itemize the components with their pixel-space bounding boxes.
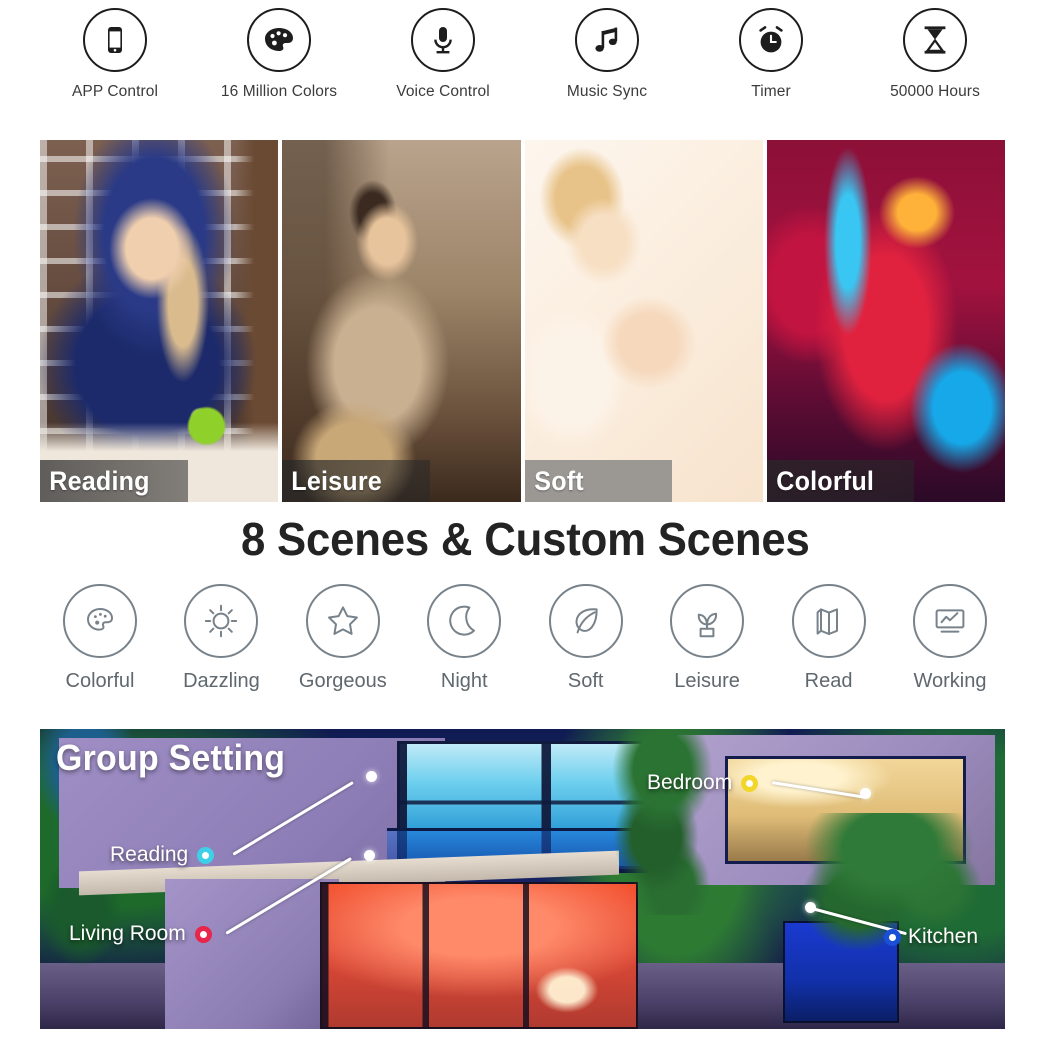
scene-photo-strip: Reading Leisure Soft Colorful xyxy=(40,140,1005,502)
photo-image xyxy=(524,140,763,502)
feature-label: Timer xyxy=(751,83,791,100)
scene-photo-colorful: Colorful xyxy=(766,140,1005,502)
callout-dot-reading xyxy=(197,846,215,864)
leaf-outline-icon xyxy=(548,584,623,658)
callout-dot-living-room xyxy=(194,925,212,943)
photo-image xyxy=(282,140,521,502)
scene-photo-caption: Reading xyxy=(40,460,188,502)
feature-16-million-colors: 16 Million Colors xyxy=(204,8,354,101)
scene-photo-label: Soft xyxy=(533,465,584,496)
feature-50000-hours: 50000 Hours xyxy=(860,8,1010,101)
moon-outline-icon xyxy=(427,584,502,658)
scene-mode-label: Night xyxy=(440,670,488,692)
group-setting-title-text: Group Setting xyxy=(56,737,286,778)
scene-mode-leisure[interactable]: Leisure xyxy=(649,584,765,704)
headline-text: 8 Scenes & Custom Scenes xyxy=(240,513,810,565)
phone-icon xyxy=(83,8,147,72)
scene-mode-label: Colorful xyxy=(65,670,135,692)
callout-dot-kitchen xyxy=(884,928,901,946)
scene-mode-label: Gorgeous xyxy=(298,670,387,692)
sun-outline-icon xyxy=(184,584,259,658)
feature-label: Music Sync xyxy=(566,83,648,100)
scene-photo-label: Reading xyxy=(49,465,150,496)
feature-label: 50000 Hours xyxy=(890,83,980,100)
feature-highlights-row: APP Control 16 Million Colors Voice Cont… xyxy=(40,8,1010,128)
leader-endpoint-bedroom xyxy=(860,788,871,799)
scene-modes-row: Colorful Dazzling Gorgeous Night Soft Le… xyxy=(42,584,1008,704)
scene-mode-soft[interactable]: Soft xyxy=(528,584,644,704)
book-outline-icon xyxy=(791,584,866,658)
scene-photo-label: Colorful xyxy=(776,465,874,496)
callout-label: Living Room xyxy=(69,922,186,945)
scene-photo-label: Leisure xyxy=(291,465,383,496)
scene-mode-label: Soft xyxy=(567,670,604,692)
feature-app-control: APP Control xyxy=(40,8,190,101)
plant-outline-icon xyxy=(670,584,745,658)
microphone-icon xyxy=(411,8,475,72)
scene-mode-read[interactable]: Read xyxy=(771,584,887,704)
monitor-outline-icon xyxy=(912,584,987,658)
music-note-icon xyxy=(575,8,639,72)
scene-mode-night[interactable]: Night xyxy=(406,584,522,704)
scene-mode-label: Working xyxy=(913,670,987,692)
product-feature-page: APP Control 16 Million Colors Voice Cont… xyxy=(0,0,1050,1050)
scene-photo-caption: Soft xyxy=(524,460,673,502)
feature-music-sync: Music Sync xyxy=(532,8,682,101)
alarm-clock-icon xyxy=(739,8,803,72)
hourglass-icon xyxy=(903,8,967,72)
scene-mode-dazzling[interactable]: Dazzling xyxy=(163,584,279,704)
scene-mode-working[interactable]: Working xyxy=(892,584,1008,704)
group-setting-title: Group Setting xyxy=(56,737,300,779)
callout-bedroom[interactable]: Bedroom xyxy=(647,771,759,795)
scene-photo-reading: Reading xyxy=(40,140,279,502)
callout-label: Kitchen xyxy=(908,925,979,948)
callout-living-room[interactable]: Living Room xyxy=(69,922,212,946)
middle-tree xyxy=(599,729,726,915)
palette-outline-icon xyxy=(63,584,137,658)
scene-photo-leisure: Leisure xyxy=(282,140,521,502)
scene-photo-soft: Soft xyxy=(524,140,763,502)
feature-voice-control: Voice Control xyxy=(368,8,518,101)
feature-label: Voice Control xyxy=(396,83,490,100)
photo-image xyxy=(766,140,1005,502)
group-setting-scene: Group Setting Reading Living Room Bedroo… xyxy=(40,729,1005,1029)
scene-mode-label: Leisure xyxy=(674,670,740,692)
right-tree xyxy=(792,813,986,1029)
scene-photo-caption: Colorful xyxy=(766,460,915,502)
scene-photo-caption: Leisure xyxy=(282,460,430,502)
feature-label: APP Control xyxy=(71,83,159,100)
palette-icon xyxy=(247,8,311,72)
photo-image xyxy=(40,140,279,502)
star-outline-icon xyxy=(305,584,380,658)
section-headline: 8 Scenes & Custom Scenes xyxy=(0,512,1050,566)
scene-mode-gorgeous[interactable]: Gorgeous xyxy=(285,584,401,704)
feature-label: 16 Million Colors xyxy=(220,83,338,100)
lower-left-wall xyxy=(165,879,340,1029)
scene-mode-colorful[interactable]: Colorful xyxy=(42,584,158,704)
leader-endpoint-reading xyxy=(366,771,377,782)
callout-reading[interactable]: Reading xyxy=(110,843,215,867)
scene-mode-label: Dazzling xyxy=(183,670,260,692)
callout-dot-bedroom xyxy=(741,774,759,792)
callout-label: Bedroom xyxy=(647,771,733,794)
scene-mode-label: Read xyxy=(804,670,853,692)
callout-kitchen[interactable]: Kitchen xyxy=(884,925,978,949)
feature-timer: Timer xyxy=(696,8,846,101)
leader-endpoint-kitchen xyxy=(805,902,816,913)
living-room-window xyxy=(319,882,639,1029)
leader-endpoint-living-room xyxy=(364,850,375,861)
callout-label: Reading xyxy=(110,843,189,866)
